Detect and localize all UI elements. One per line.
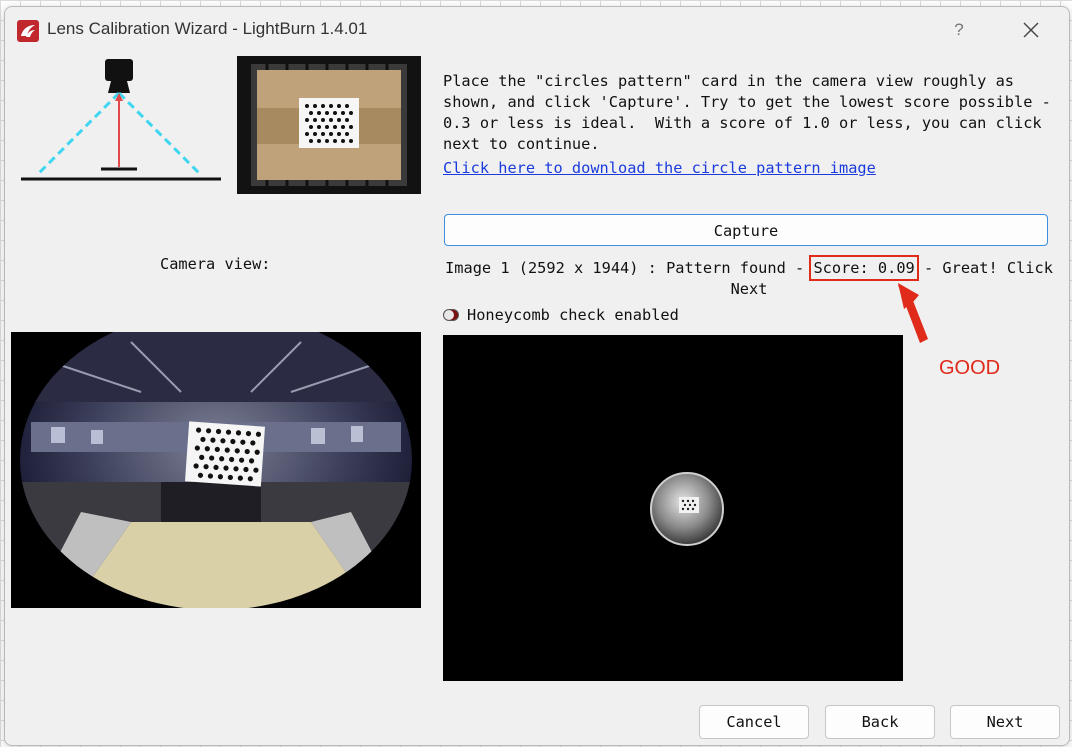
lightburn-logo-icon	[17, 20, 39, 42]
title-bar: Lens Calibration Wizard - LightBurn 1.4.…	[5, 7, 1069, 53]
back-button[interactable]: Back	[825, 705, 935, 739]
honeycomb-toggle-row[interactable]: Honeycomb check enabled	[443, 306, 679, 324]
capture-button[interactable]: Capture	[444, 214, 1048, 246]
instructions-text: Place the "circles pattern" card in the …	[443, 72, 1051, 153]
camera-position-diagram	[21, 59, 221, 181]
capture-status: Image 1 (2592 x 1944) : Pattern found - …	[443, 255, 1055, 300]
calibration-preview-image	[443, 335, 903, 681]
download-pattern-link[interactable]: Click here to download the circle patter…	[443, 159, 876, 177]
window-title: Lens Calibration Wizard - LightBurn 1.4.…	[47, 19, 368, 38]
next-button[interactable]: Next	[950, 705, 1060, 739]
lens-calibration-window: Lens Calibration Wizard - LightBurn 1.4.…	[4, 6, 1070, 746]
good-annotation-label: GOOD	[939, 357, 1001, 379]
honeycomb-toggle[interactable]	[443, 309, 459, 321]
status-next-hint: Next	[730, 280, 768, 298]
score-value: Score: 0.09	[809, 255, 919, 281]
status-prefix: Image 1 (2592 x 1944) : Pattern found -	[445, 259, 814, 277]
honeycomb-label: Honeycomb check enabled	[467, 306, 679, 324]
close-icon	[1023, 22, 1039, 38]
status-suffix: - Great! Click	[914, 259, 1053, 277]
help-button[interactable]: ?	[947, 17, 971, 43]
background-edge	[1072, 0, 1078, 747]
close-button[interactable]	[1015, 16, 1047, 44]
camera-view-label: Camera view:	[160, 255, 271, 273]
camera-view-image	[11, 332, 421, 608]
cancel-button[interactable]: Cancel	[699, 705, 809, 739]
example-placement-photo	[237, 56, 421, 194]
